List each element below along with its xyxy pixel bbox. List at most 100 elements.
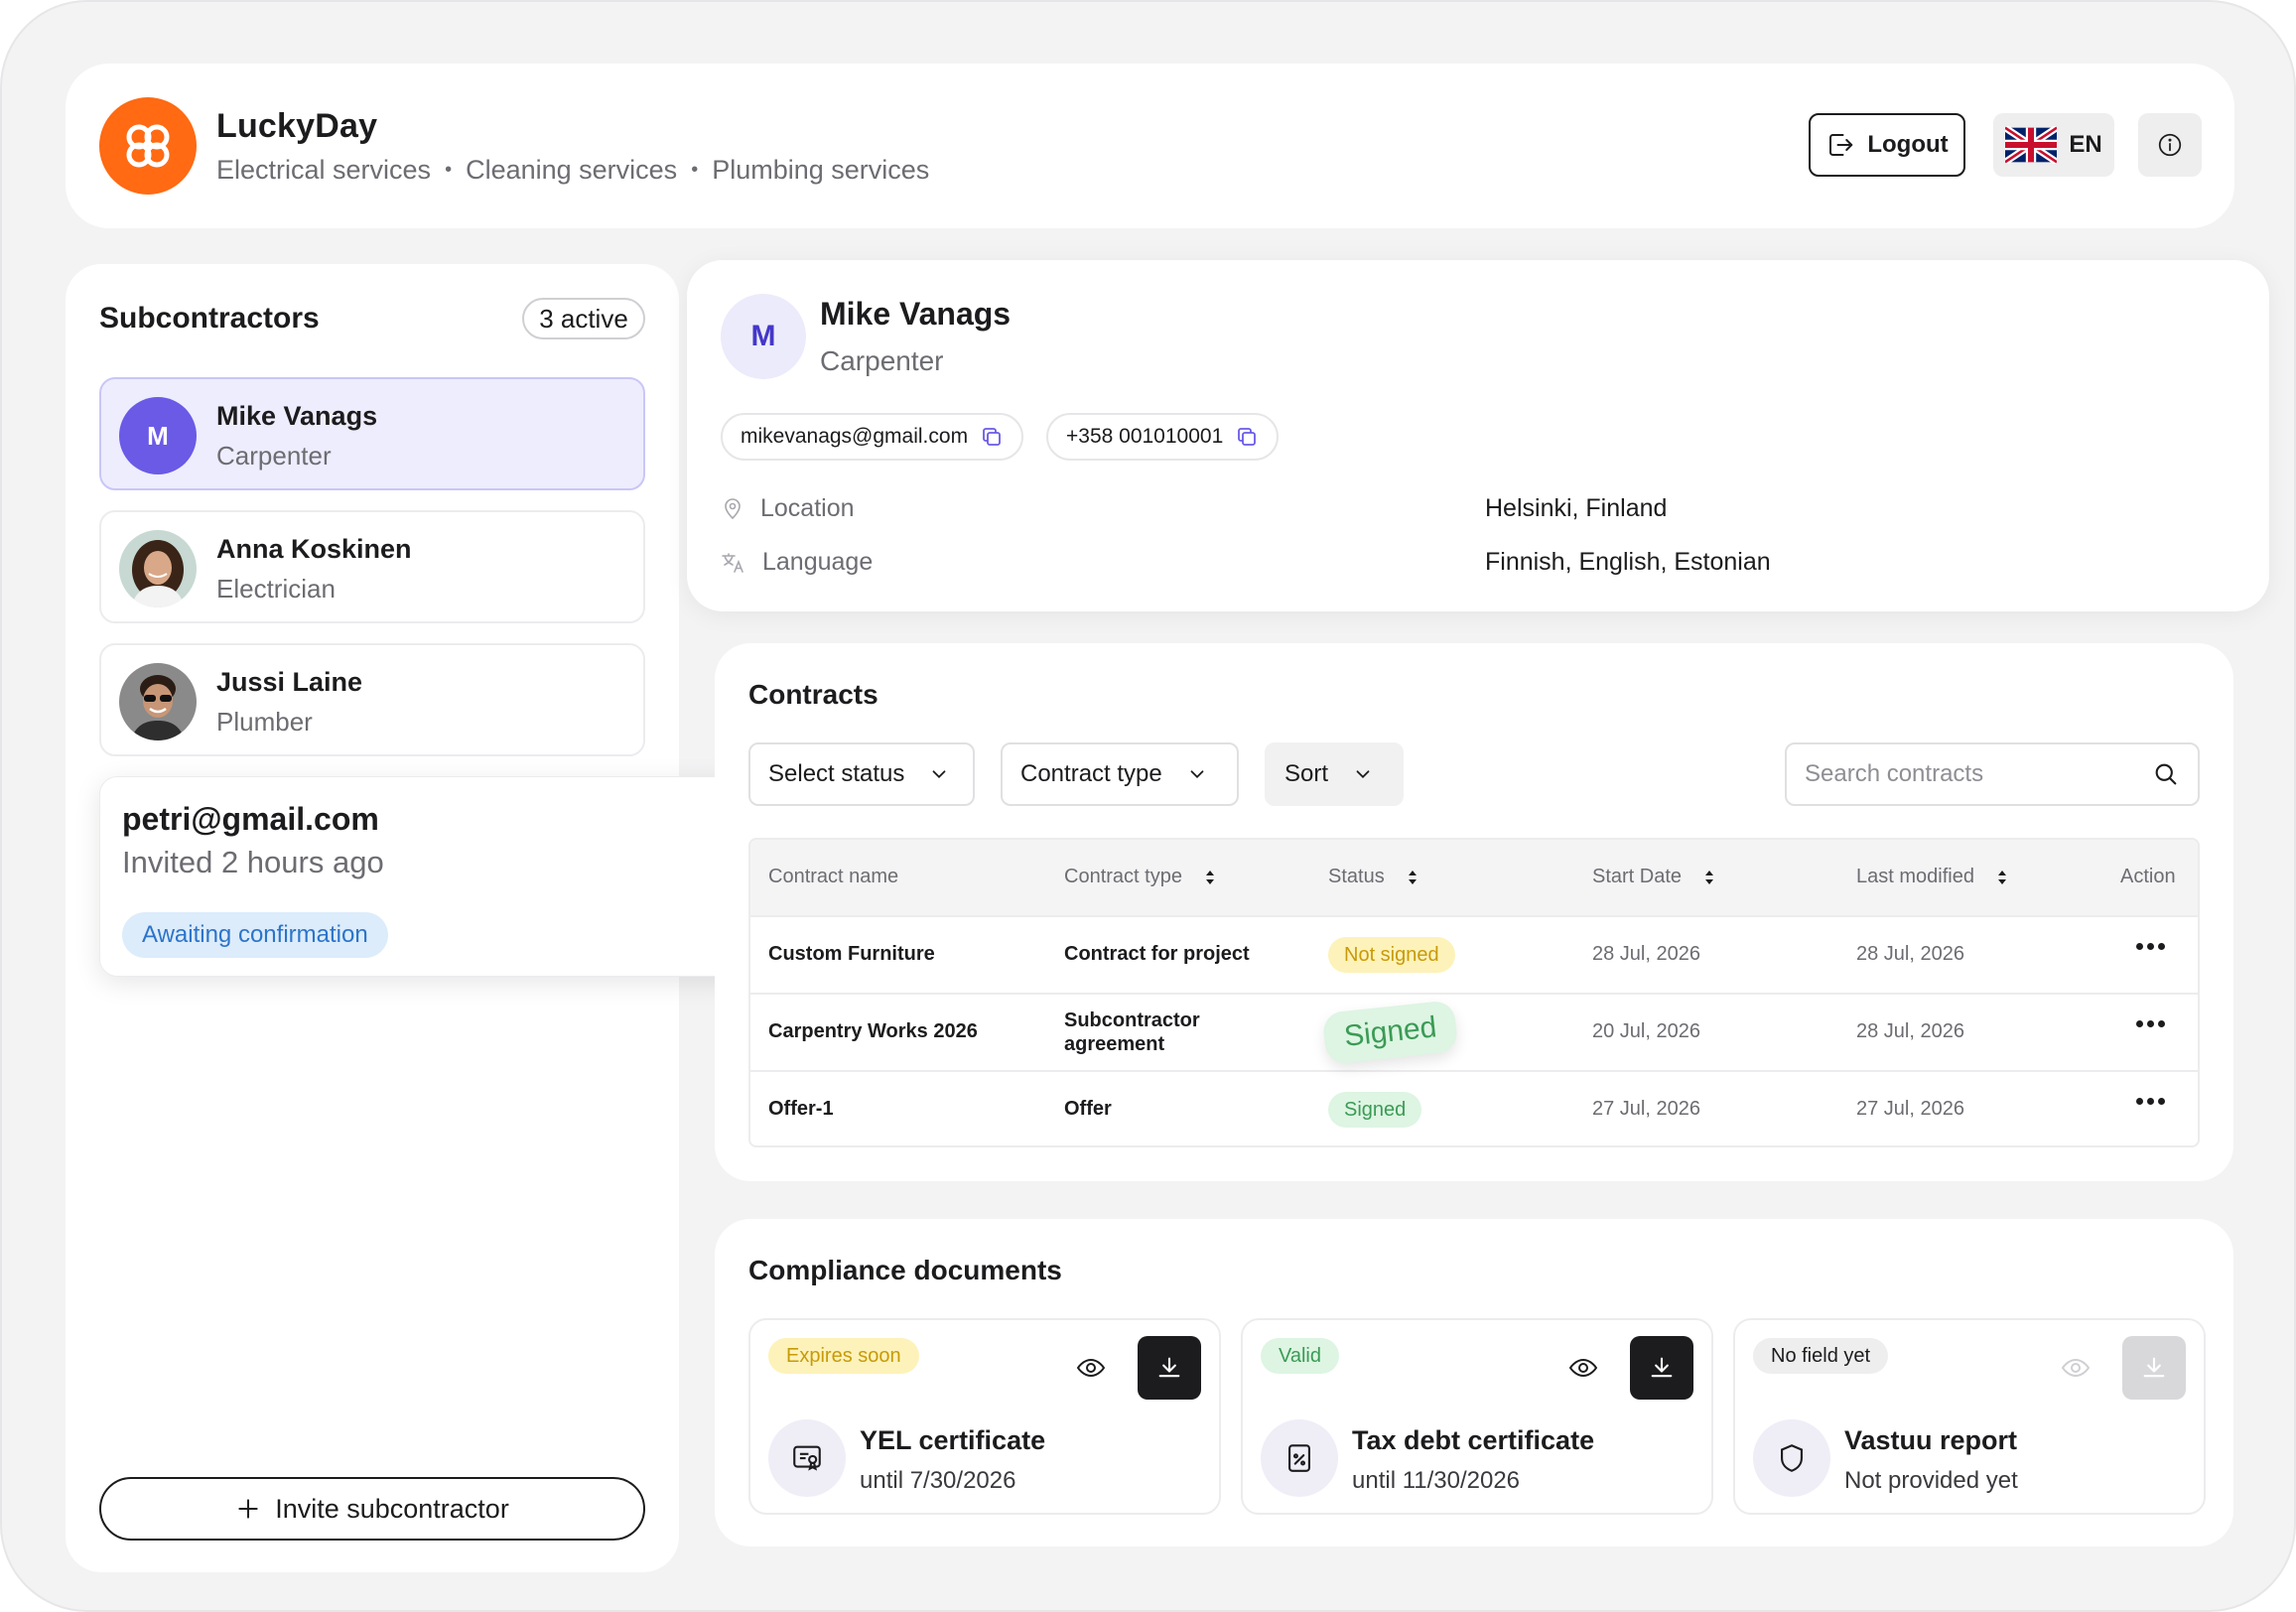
location-pin-icon xyxy=(725,497,741,519)
phone-chip[interactable]: +358 001010001 xyxy=(1046,413,1280,461)
copy-icon[interactable] xyxy=(1235,425,1259,449)
document-card-tax: Valid Tax debt certificate until 11/30/2… xyxy=(1241,1318,1713,1515)
compliance-section: Compliance documents Expires soon YEL ce… xyxy=(715,1219,2233,1546)
certificate-icon xyxy=(768,1419,846,1497)
logout-label: Logout xyxy=(1867,131,1949,158)
more-actions-icon[interactable] xyxy=(2136,943,2165,950)
column-header-status[interactable]: Status xyxy=(1328,866,1418,888)
download-button[interactable] xyxy=(1630,1336,1693,1400)
info-button[interactable] xyxy=(2138,113,2202,177)
eye-icon[interactable] xyxy=(1568,1356,1598,1380)
sort-icon[interactable] xyxy=(1204,869,1216,886)
pending-invite-card[interactable]: petri@gmail.com Invited 2 hours ago Awai… xyxy=(99,776,746,977)
download-button[interactable] xyxy=(1138,1336,1201,1400)
invite-time: Invited 2 hours ago xyxy=(122,845,384,879)
location-row: Location xyxy=(721,494,855,523)
more-actions-icon[interactable] xyxy=(2136,1020,2165,1027)
status-filter-label: Select status xyxy=(768,760,905,787)
header: LuckyDay Electrical services • Cleaning … xyxy=(66,64,2234,228)
subcontractors-panel: Subcontractors 3 active M Mike Vanags Ca… xyxy=(66,264,746,1572)
document-card-yel: Expires soon YEL certificate until 7/30/… xyxy=(748,1318,1221,1515)
document-name: YEL certificate xyxy=(860,1425,1046,1455)
last-modified: 27 Jul, 2026 xyxy=(1856,1098,1964,1120)
contract-type: Subcontractor agreement xyxy=(1064,1009,1200,1055)
logout-button[interactable]: Logout xyxy=(1809,113,1965,177)
avatar xyxy=(119,663,197,740)
download-icon xyxy=(1158,1357,1180,1378)
phone-value: +358 001010001 xyxy=(1066,425,1224,448)
download-icon xyxy=(1651,1357,1673,1378)
table-row[interactable]: Offer-1 Offer Signed 27 Jul, 2026 27 Jul… xyxy=(750,1072,2198,1145)
receipt-icon xyxy=(1261,1419,1338,1497)
start-date: 27 Jul, 2026 xyxy=(1592,1098,1700,1120)
service-item: Electrical services xyxy=(216,155,432,185)
sort-icon[interactable] xyxy=(1996,869,2008,886)
column-header-action: Action xyxy=(2120,866,2176,887)
subcontractor-role: Carpenter xyxy=(216,441,332,470)
status-badge: Valid xyxy=(1261,1338,1339,1374)
status-badge: Awaiting confirmation xyxy=(122,912,388,958)
email-value: mikevanags@gmail.com xyxy=(741,425,969,448)
contract-type: Contract for project xyxy=(1064,943,1250,965)
subcontractor-name: Anna Koskinen xyxy=(216,534,412,564)
table-header: Contract name Contract type Status Start… xyxy=(750,840,2198,917)
more-actions-icon[interactable] xyxy=(2136,1098,2165,1105)
status-badge: Not signed xyxy=(1328,937,1455,973)
subcontractor-card-jussi[interactable]: Jussi Laine Plumber xyxy=(99,643,645,756)
info-icon xyxy=(2158,133,2182,157)
column-header-name: Contract name xyxy=(768,866,899,887)
last-modified: 28 Jul, 2026 xyxy=(1856,1020,1964,1042)
table-row[interactable]: Custom Furniture Contract for project No… xyxy=(750,917,2198,995)
shield-icon xyxy=(1753,1419,1830,1497)
sort-icon[interactable] xyxy=(1407,869,1418,886)
document-expiry: until 7/30/2026 xyxy=(860,1467,1016,1494)
luckyday-logo-icon xyxy=(99,97,197,195)
email-chip[interactable]: mikevanags@gmail.com xyxy=(721,413,1024,461)
contracts-title: Contracts xyxy=(748,679,878,710)
download-icon xyxy=(2143,1357,2165,1378)
status-badge: Expires soon xyxy=(768,1338,919,1374)
subcontractor-card-mike[interactable]: M Mike Vanags Carpenter xyxy=(99,377,645,490)
search-contracts-input[interactable]: Search contracts xyxy=(1785,742,2200,806)
column-header-type[interactable]: Contract type xyxy=(1064,866,1216,888)
document-card-vastuu: No field yet Vastuu report Not provided … xyxy=(1733,1318,2206,1515)
language-button[interactable]: EN xyxy=(1993,113,2114,177)
invite-subcontractor-button[interactable]: Invite subcontractor xyxy=(99,1477,645,1541)
service-item: Plumbing services xyxy=(712,155,930,185)
status-filter-select[interactable]: Select status xyxy=(748,742,975,806)
separator-dot-icon: • xyxy=(445,159,453,181)
document-expiry: until 11/30/2026 xyxy=(1352,1467,1521,1494)
services-list: Electrical services • Cleaning services … xyxy=(216,155,929,186)
avatar: M xyxy=(721,294,806,379)
chevron-down-icon xyxy=(1356,770,1370,779)
contract-type-filter-select[interactable]: Contract type xyxy=(1001,742,1239,806)
contract-type: Offer xyxy=(1064,1098,1112,1120)
column-header-start-date[interactable]: Start Date xyxy=(1592,866,1715,888)
profile-name: Mike Vanags xyxy=(820,296,1012,332)
profile-role: Carpenter xyxy=(820,345,944,376)
invite-button-label: Invite subcontractor xyxy=(275,1493,509,1524)
sort-select[interactable]: Sort xyxy=(1265,742,1404,806)
location-value: Helsinki, Finland xyxy=(1485,494,1668,522)
avatar xyxy=(119,530,197,607)
type-filter-label: Contract type xyxy=(1020,760,1162,787)
brand-name: LuckyDay xyxy=(216,107,378,145)
active-count-badge: 3 active xyxy=(522,298,645,339)
start-date: 20 Jul, 2026 xyxy=(1592,1020,1700,1042)
subcontractor-card-anna[interactable]: Anna Koskinen Electrician xyxy=(99,510,645,623)
search-icon[interactable] xyxy=(2152,760,2180,788)
eye-icon[interactable] xyxy=(1076,1356,1106,1380)
logout-icon xyxy=(1829,134,1853,156)
sort-icon[interactable] xyxy=(1703,869,1715,886)
last-modified: 28 Jul, 2026 xyxy=(1856,943,1964,965)
subcontractor-role: Plumber xyxy=(216,707,313,737)
table-row[interactable]: Carpentry Works 2026 Subcontractor agree… xyxy=(750,995,2198,1072)
copy-icon[interactable] xyxy=(980,425,1004,449)
separator-dot-icon: • xyxy=(691,159,699,181)
contract-name: Carpentry Works 2026 xyxy=(768,1020,978,1042)
search-placeholder: Search contracts xyxy=(1805,760,1984,787)
location-label: Location xyxy=(760,494,855,522)
column-header-last-modified[interactable]: Last modified xyxy=(1856,866,2008,888)
app-frame: LuckyDay Electrical services • Cleaning … xyxy=(0,0,2296,1612)
status-badge: Signed xyxy=(1321,1000,1459,1065)
